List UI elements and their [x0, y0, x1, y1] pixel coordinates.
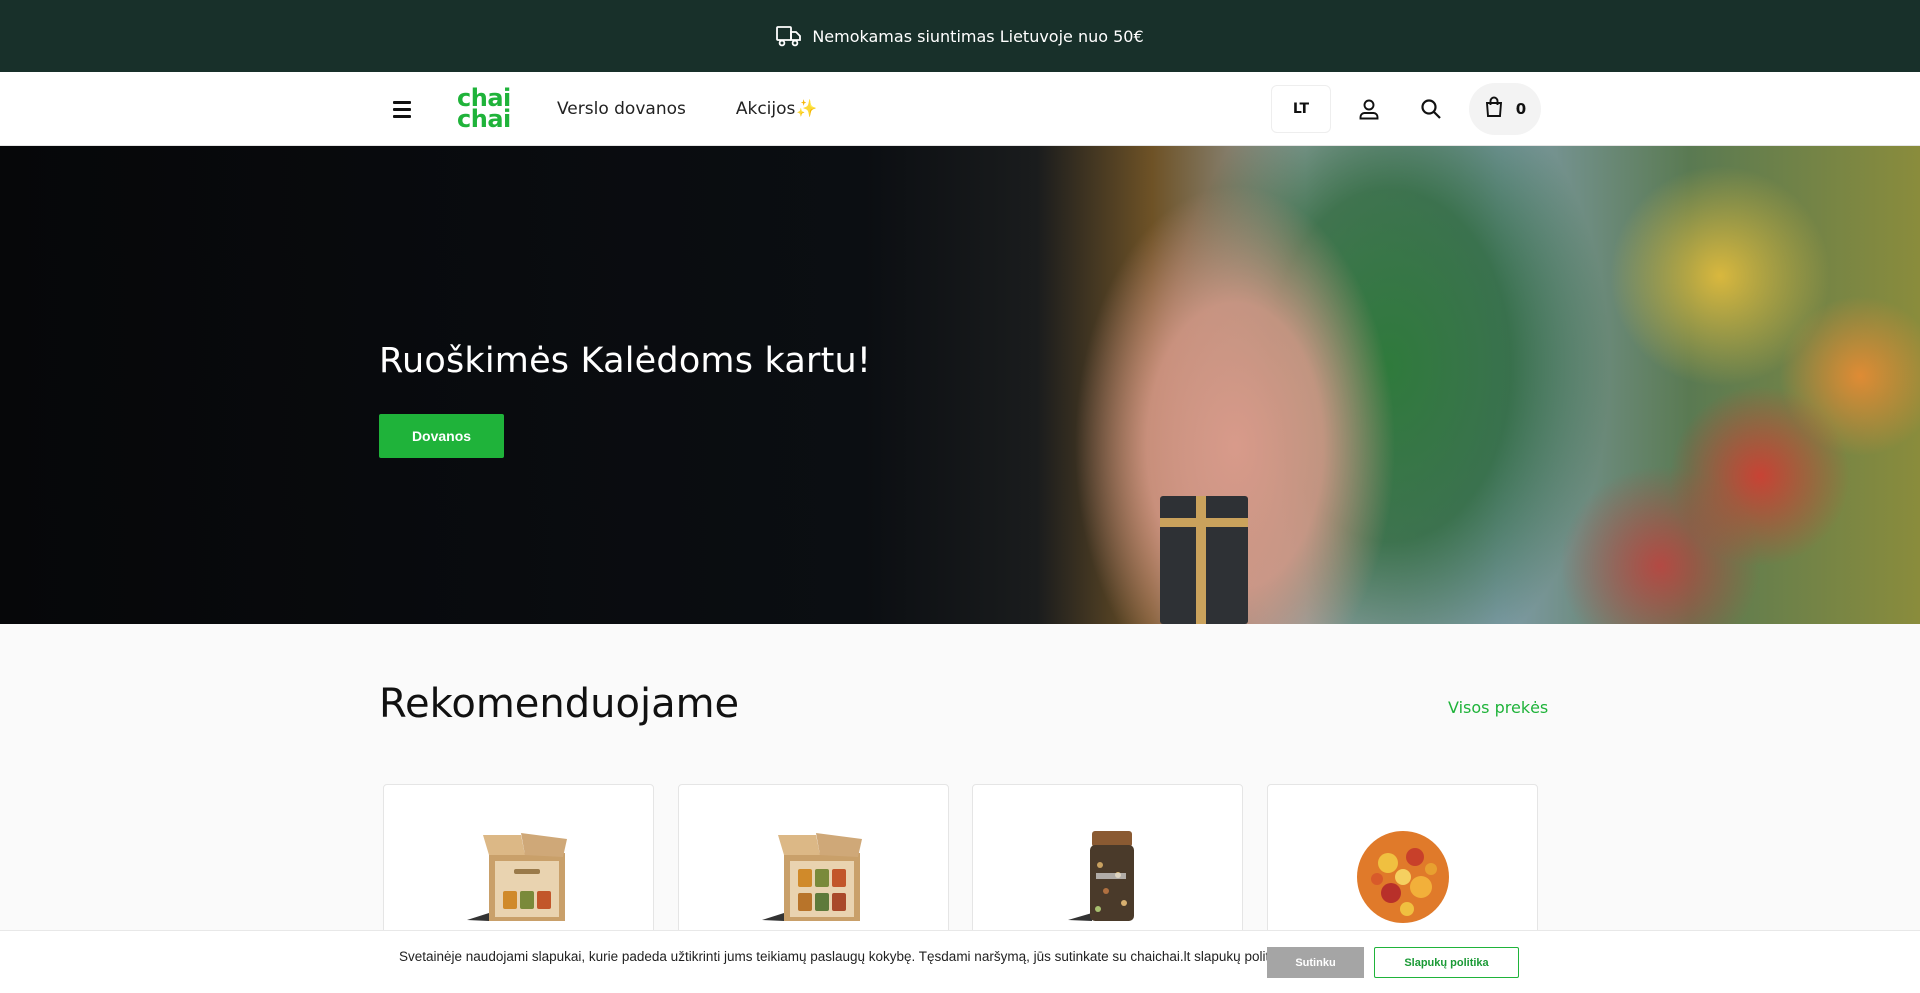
gift-ribbon	[1196, 496, 1206, 624]
gift-ribbon-horizontal	[1160, 518, 1248, 527]
hero-title: Ruoškimės Kalėdoms kartu!	[379, 341, 872, 381]
account-icon[interactable]	[1345, 85, 1393, 133]
cart-button[interactable]: 0	[1469, 83, 1541, 135]
menu-icon[interactable]	[393, 95, 421, 123]
cookie-policy-button[interactable]: Slapukų politika	[1374, 947, 1519, 978]
loose-tea-product-image	[1343, 825, 1463, 929]
announcement-text: Nemokamas siuntimas Lietuvoje nuo 50€	[812, 26, 1144, 46]
logo-line-2: chai	[457, 105, 511, 133]
delivery-truck-icon	[776, 25, 802, 47]
shopping-bag-icon	[1484, 96, 1504, 122]
section-title-recommended: Rekomenduojame	[379, 681, 740, 727]
see-all-products-link[interactable]: Visos prekės	[1448, 698, 1548, 717]
gift-box-product-image	[459, 825, 579, 929]
nav-link-promotions-label: Akcijos	[735, 99, 796, 119]
cookie-consent-bar: Svetainėje naudojami slapukai, kurie pad…	[0, 930, 1920, 993]
cookie-accept-button[interactable]: Sutinku	[1267, 947, 1364, 978]
nav-link-promotions[interactable]: Akcijos✨	[736, 99, 818, 119]
language-selector[interactable]: LT	[1271, 85, 1331, 133]
sparkle-icon: ✨	[796, 99, 818, 119]
site-header: chai chai Verslo dovanos Akcijos✨ LT 0	[0, 72, 1920, 146]
hero-banner: Ruoškimės Kalėdoms kartu! Dovanos	[0, 146, 1920, 624]
search-icon[interactable]	[1407, 85, 1455, 133]
gift-box-product-image	[754, 825, 874, 929]
tea-jar-product-image	[1048, 825, 1168, 929]
cookie-consent-text: Svetainėje naudojami slapukai, kurie pad…	[399, 949, 1291, 964]
cart-count: 0	[1515, 100, 1527, 118]
nav-link-business-gifts[interactable]: Verslo dovanos	[557, 99, 686, 119]
announcement-bar: Nemokamas siuntimas Lietuvoje nuo 50€	[0, 0, 1920, 72]
logo[interactable]: chai chai	[457, 86, 515, 133]
hero-gifts-button[interactable]: Dovanos	[379, 414, 504, 458]
